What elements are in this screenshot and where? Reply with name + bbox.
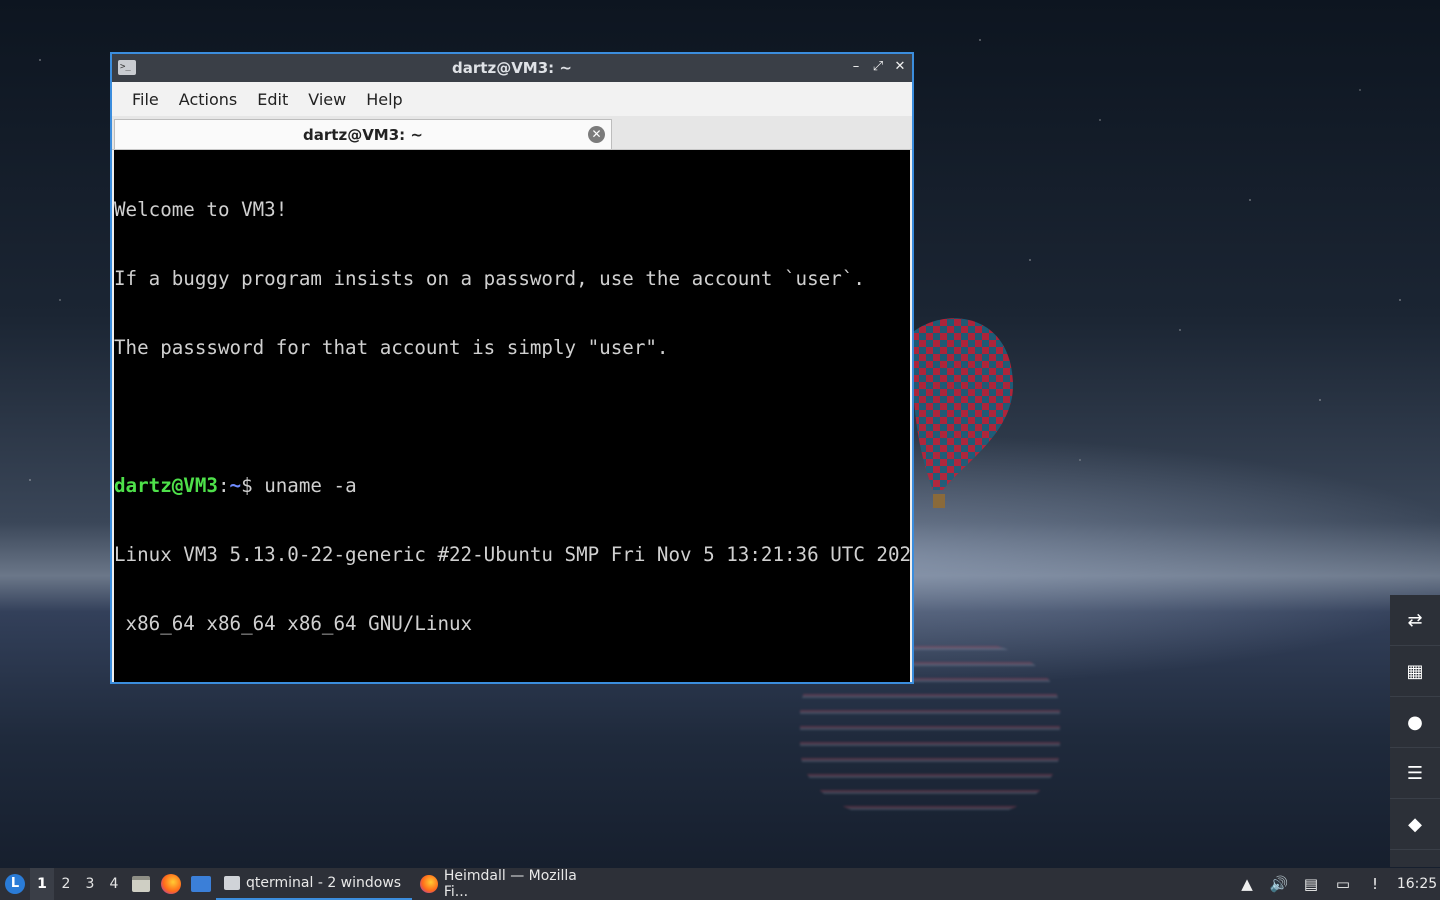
desktop-switch-2[interactable]: 2 — [54, 876, 78, 892]
terminal-line: If a buggy program insists on a password… — [114, 267, 865, 290]
terminal-window[interactable]: >_ dartz@VM3: ~ – ⤢ ✕ File Actions Edit … — [110, 52, 914, 684]
prompt-path: ~ — [229, 474, 242, 497]
terminal-icon — [224, 876, 240, 890]
output-line: Linux VM3 5.13.0-22-generic #22-Ubuntu S… — [114, 543, 910, 566]
maximize-button[interactable]: ⤢ — [870, 58, 886, 76]
menubar: File Actions Edit View Help — [112, 82, 912, 116]
command-text: uname -a — [264, 474, 357, 497]
menu-file[interactable]: File — [122, 90, 169, 109]
prompt-sep: : — [218, 681, 230, 682]
menu-actions[interactable]: Actions — [169, 90, 247, 109]
network-icon[interactable]: ▭ — [1330, 868, 1356, 900]
file-manager-icon — [132, 876, 150, 892]
prompt-symbol: $ — [241, 474, 265, 497]
show-desktop-launcher[interactable] — [186, 868, 216, 900]
menu-help[interactable]: Help — [356, 90, 412, 109]
window-title: dartz@VM3: ~ — [452, 59, 572, 77]
apps-grid-icon[interactable]: ▦ — [1390, 646, 1440, 697]
window-titlebar[interactable]: >_ dartz@VM3: ~ – ⤢ ✕ — [112, 54, 912, 82]
task-label: Heimdall — Mozilla Fi... — [443, 868, 577, 900]
file-manager-launcher[interactable] — [126, 868, 156, 900]
prompt-user: dartz@VM3 — [114, 474, 218, 497]
switch-icon[interactable]: ⇄ — [1390, 595, 1440, 646]
terminal-line: The passsword for that account is simply… — [114, 336, 669, 359]
tag-icon[interactable]: ◆ — [1390, 799, 1440, 850]
terminal-output[interactable]: Welcome to VM3! If a buggy program insis… — [114, 150, 910, 682]
menu-view[interactable]: View — [298, 90, 356, 109]
notification-icon[interactable]: ! — [1362, 868, 1388, 900]
tab-label: dartz@VM3: ~ — [303, 125, 423, 144]
desktop-switch-4[interactable]: 4 — [102, 876, 126, 892]
task-qterminal[interactable]: qterminal - 2 windows — [216, 868, 412, 900]
close-button[interactable]: ✕ — [892, 58, 908, 76]
system-tray: ▲ 🔊 ▤ ▭ ! 16:25 — [1234, 868, 1440, 900]
start-menu-button[interactable]: L — [0, 868, 30, 900]
volume-icon[interactable]: 🔊 — [1266, 868, 1292, 900]
show-desktop-icon — [191, 876, 211, 892]
prompt-sep: : — [217, 474, 230, 497]
terminal-app-icon: >_ — [118, 60, 136, 75]
terminal-tab[interactable]: dartz@VM3: ~ ✕ — [114, 119, 612, 149]
prompt-user: dartz@VM3 — [114, 681, 218, 682]
prompt-path: ~ — [230, 681, 242, 682]
active-prompt-line: dartz@VM3:~$ — [114, 681, 910, 682]
tab-close-icon[interactable]: ✕ — [588, 126, 605, 143]
firefox-icon — [161, 874, 181, 894]
menu-edit[interactable]: Edit — [247, 90, 298, 109]
taskbar: L 1 2 3 4 qterminal - 2 windows Heimdall… — [0, 868, 1440, 900]
command-line: dartz@VM3:~$ uname -a — [114, 474, 910, 497]
tab-bar: dartz@VM3: ~ ✕ — [112, 116, 912, 150]
window-controls: – ⤢ ✕ — [848, 58, 908, 76]
desktop-switch-1[interactable]: 1 — [30, 868, 54, 900]
clock[interactable]: 16:25 — [1394, 876, 1440, 892]
task-label: qterminal - 2 windows — [246, 875, 402, 891]
side-dock: ⇄ ▦ ● ☰ ◆ — [1390, 595, 1440, 867]
user-icon[interactable]: ● — [1390, 697, 1440, 748]
terminal-line: Welcome to VM3! — [114, 198, 288, 221]
hot-air-balloon-image — [912, 318, 1014, 508]
lubuntu-logo-icon: L — [5, 874, 25, 894]
task-firefox[interactable]: Heimdall — Mozilla Fi... — [412, 868, 612, 900]
notes-icon[interactable]: ▤ — [1298, 868, 1324, 900]
firefox-icon — [420, 875, 438, 893]
firefox-launcher[interactable] — [156, 868, 186, 900]
update-icon[interactable]: ▲ — [1234, 868, 1260, 900]
list-icon[interactable]: ☰ — [1390, 748, 1440, 799]
minimize-button[interactable]: – — [848, 58, 864, 76]
desktop-switch-3[interactable]: 3 — [78, 876, 102, 892]
output-line: x86_64 x86_64 x86_64 GNU/Linux — [114, 612, 473, 635]
prompt-symbol: $ — [241, 681, 264, 682]
